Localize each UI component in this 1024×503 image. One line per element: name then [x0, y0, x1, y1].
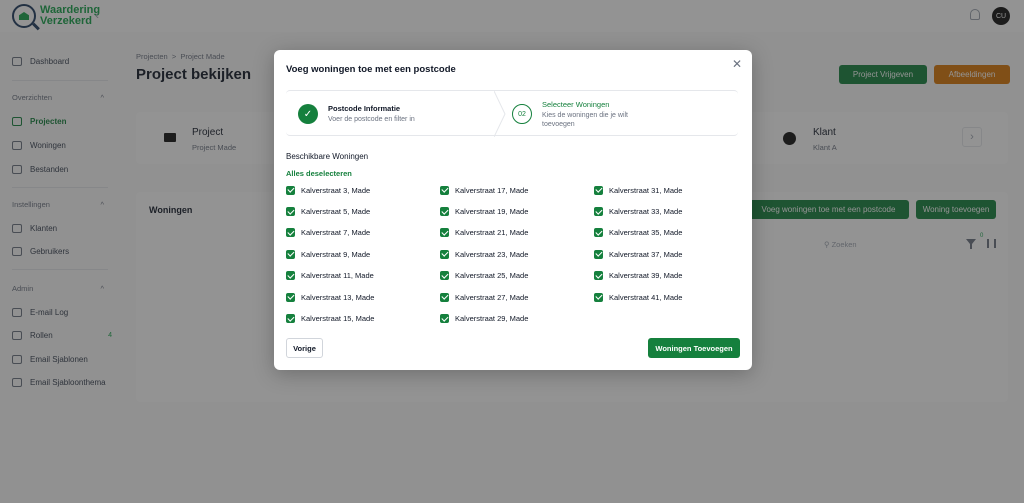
step-number: 02 [512, 104, 532, 124]
house-checkbox[interactable]: Kalverstraat 39, Made [594, 270, 682, 282]
step-postcode-informatie[interactable]: ✓ Postcode Informatie Voer de postcode e… [298, 91, 428, 137]
checkmark-icon: ✓ [298, 104, 318, 124]
house-checkbox[interactable]: Kalverstraat 3, Made [286, 184, 370, 196]
house-address-label: Kalverstraat 15, Made [301, 313, 375, 323]
deselect-all-link[interactable]: Alles deselecteren [286, 169, 352, 178]
section-label: Beschikbare Woningen [286, 152, 369, 161]
checkbox-checked-icon[interactable] [440, 185, 449, 195]
house-address-label: Kalverstraat 13, Made [301, 292, 375, 302]
house-checkbox[interactable]: Kalverstraat 19, Made [440, 205, 528, 217]
checkbox-checked-icon[interactable] [440, 292, 449, 302]
house-checkbox[interactable]: Kalverstraat 27, Made [440, 291, 528, 303]
close-icon[interactable]: ✕ [731, 58, 743, 70]
house-address-label: Kalverstraat 41, Made [609, 292, 683, 302]
checkbox-checked-icon[interactable] [286, 292, 295, 302]
woningen-toevoegen-button[interactable]: Woningen Toevoegen [648, 338, 740, 358]
house-address-label: Kalverstraat 21, Made [455, 228, 529, 238]
house-checkbox[interactable]: Kalverstraat 25, Made [440, 270, 528, 282]
house-address-label: Kalverstraat 39, Made [609, 271, 683, 281]
house-checkbox[interactable]: Kalverstraat 37, Made [594, 248, 682, 260]
house-checkbox[interactable]: Kalverstraat 35, Made [594, 227, 682, 239]
house-checkbox[interactable]: Kalverstraat 21, Made [440, 227, 528, 239]
checkbox-checked-icon[interactable] [286, 313, 295, 323]
checkbox-checked-icon[interactable] [594, 228, 603, 238]
house-address-label: Kalverstraat 3, Made [301, 185, 371, 195]
house-address-label: Kalverstraat 9, Made [301, 249, 371, 259]
house-address-label: Kalverstraat 37, Made [609, 249, 683, 259]
house-address-label: Kalverstraat 5, Made [301, 206, 371, 216]
house-checkbox[interactable]: Kalverstraat 9, Made [286, 248, 370, 260]
checkbox-checked-icon[interactable] [286, 249, 295, 259]
house-checkbox[interactable]: Kalverstraat 17, Made [440, 184, 528, 196]
checkbox-checked-icon[interactable] [440, 206, 449, 216]
checkbox-checked-icon[interactable] [286, 185, 295, 195]
house-address-label: Kalverstraat 7, Made [301, 228, 371, 238]
house-address-label: Kalverstraat 23, Made [455, 249, 529, 259]
house-address-label: Kalverstraat 11, Made [301, 271, 374, 281]
step-separator-icon [494, 91, 506, 137]
house-checkbox[interactable]: Kalverstraat 31, Made [594, 184, 682, 196]
house-checkbox[interactable]: Kalverstraat 15, Made [286, 312, 374, 324]
house-address-label: Kalverstraat 31, Made [609, 185, 683, 195]
house-checkbox[interactable]: Kalverstraat 41, Made [594, 291, 682, 303]
checkbox-checked-icon[interactable] [594, 206, 603, 216]
checkbox-checked-icon[interactable] [594, 292, 603, 302]
vorige-button[interactable]: Vorige [286, 338, 323, 358]
house-checkbox[interactable]: Kalverstraat 33, Made [594, 205, 682, 217]
modal-title: Voeg woningen toe met een postcode [286, 64, 456, 75]
stepper: ✓ Postcode Informatie Voer de postcode e… [286, 90, 738, 137]
house-checkbox[interactable]: Kalverstraat 13, Made [286, 291, 374, 303]
checkbox-checked-icon[interactable] [440, 228, 449, 238]
house-address-label: Kalverstraat 19, Made [455, 206, 529, 216]
checkbox-checked-icon[interactable] [440, 249, 449, 259]
checkbox-checked-icon[interactable] [594, 271, 603, 281]
checkbox-checked-icon[interactable] [286, 228, 295, 238]
checkbox-checked-icon[interactable] [440, 271, 449, 281]
house-address-label: Kalverstraat 25, Made [455, 271, 529, 281]
checkbox-checked-icon[interactable] [594, 249, 603, 259]
step-selecteer-woningen[interactable]: 02 Selecteer Woningen Kies de woningen d… [512, 91, 642, 137]
house-address-label: Kalverstraat 27, Made [455, 292, 529, 302]
house-checkbox[interactable]: Kalverstraat 29, Made [440, 312, 528, 324]
checkbox-checked-icon[interactable] [286, 271, 295, 281]
house-checkbox[interactable]: Kalverstraat 7, Made [286, 227, 370, 239]
house-checkbox[interactable]: Kalverstraat 5, Made [286, 205, 370, 217]
checkbox-checked-icon[interactable] [440, 313, 449, 323]
house-address-label: Kalverstraat 29, Made [455, 313, 529, 323]
house-checkbox[interactable]: Kalverstraat 23, Made [440, 248, 528, 260]
house-address-label: Kalverstraat 33, Made [609, 206, 683, 216]
house-checkbox[interactable]: Kalverstraat 11, Made [286, 270, 374, 282]
house-address-label: Kalverstraat 17, Made [455, 185, 529, 195]
checkbox-checked-icon[interactable] [594, 185, 603, 195]
postcode-modal: Voeg woningen toe met een postcode ✕ ✓ P… [274, 50, 752, 370]
house-address-label: Kalverstraat 35, Made [609, 228, 683, 238]
checkbox-checked-icon[interactable] [286, 206, 295, 216]
